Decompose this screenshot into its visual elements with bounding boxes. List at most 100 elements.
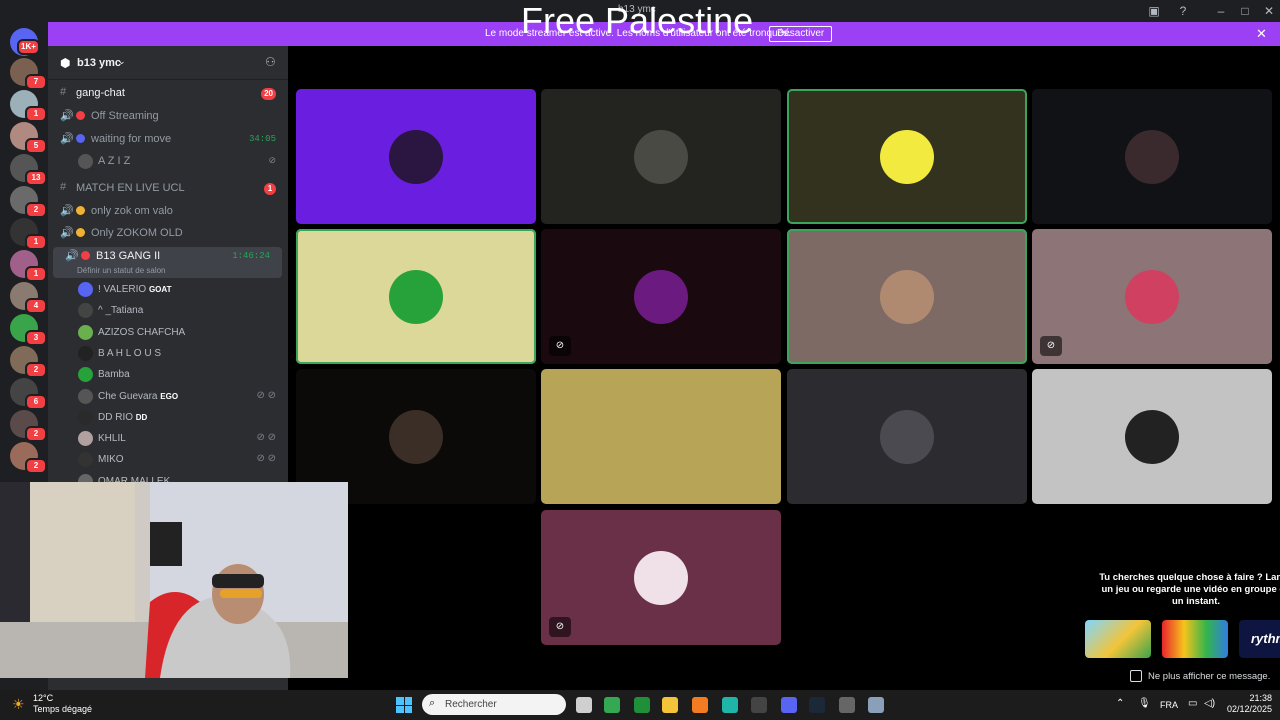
file-explorer-icon[interactable]: [576, 697, 592, 713]
channel-label: B13 GANG II: [81, 250, 160, 262]
channel-voice[interactable]: 🔊 only zok om valo: [48, 202, 288, 222]
maximize-button[interactable]: □: [1236, 2, 1254, 20]
unread-count: 20: [261, 88, 276, 100]
game-smash-karts[interactable]: [1085, 620, 1151, 658]
app-dark-icon[interactable]: [751, 697, 767, 713]
avatar: [78, 282, 93, 297]
voice-member[interactable]: B A H L O U S: [48, 344, 288, 365]
channel-text[interactable]: # gang-chat 20: [48, 84, 288, 104]
participant-tile[interactable]: ⊘: [541, 510, 781, 645]
server-badge: 5: [25, 138, 47, 154]
member-label: ^ _Tatiana: [98, 305, 143, 316]
voice-member[interactable]: ^ _Tatiana: [48, 301, 288, 322]
disable-streamer-button[interactable]: Désactiver: [769, 26, 833, 42]
channel-name: MATCH EN LIVE UCL: [76, 182, 185, 194]
channel-voice[interactable]: 🔊 Off Streaming: [48, 107, 288, 127]
participant-tile[interactable]: [541, 369, 781, 504]
participant-tile[interactable]: [1032, 89, 1272, 224]
overlay-text: Free Palestine: [521, 0, 754, 41]
member-tag: GOAT: [148, 285, 172, 294]
microphone-icon[interactable]: 🎙: [1138, 698, 1151, 709]
participant-tile[interactable]: [787, 369, 1027, 504]
participant-tile[interactable]: ⊘: [1032, 229, 1272, 364]
voice-member[interactable]: Bamba: [48, 365, 288, 386]
channel-voice[interactable]: 🔊 Only ZOKOM OLD: [48, 224, 288, 244]
language-indicator[interactable]: FRA: [1160, 700, 1178, 710]
voice-member[interactable]: KHLIL ⊘ ⊘: [48, 429, 288, 450]
participant-tile[interactable]: [296, 89, 536, 224]
participant-tile[interactable]: [1032, 369, 1272, 504]
channel-member[interactable]: A Z I Z ⊘: [48, 152, 288, 172]
participant-avatar: [389, 130, 443, 184]
clock-date: 02/12/2025: [1226, 704, 1272, 714]
member-name: DD RIO: [98, 411, 133, 423]
participant-tile[interactable]: [787, 229, 1027, 364]
server-badge: 1: [25, 234, 47, 250]
clock[interactable]: 21:38 02/12/2025: [1222, 693, 1272, 715]
member-label: DD RIO DD: [98, 412, 147, 423]
help-icon[interactable]: ?: [1174, 2, 1192, 20]
status-dot: [76, 111, 85, 120]
game-hexa-stack[interactable]: [1162, 620, 1228, 658]
network-icon[interactable]: ▭: [1188, 698, 1197, 709]
avatar: [78, 388, 93, 404]
banner-close-icon[interactable]: ✕: [1256, 26, 1267, 42]
start-button[interactable]: [396, 697, 412, 713]
voice-member[interactable]: MIKO ⊘ ⊘: [48, 450, 288, 471]
volume-icon[interactable]: ◁): [1204, 698, 1215, 709]
folder-icon[interactable]: [662, 697, 678, 713]
server-header[interactable]: ⬢ b13 ymc ⌄ ⚇: [48, 46, 288, 80]
channel-label: A Z I Z: [98, 155, 130, 167]
discord-icon[interactable]: [781, 697, 797, 713]
server-name: b13 ymc: [77, 57, 122, 69]
channel-voice-active[interactable]: 🔊 B13 GANG II 1:46:24 Définir un statut de …: [53, 247, 282, 278]
voice-member[interactable]: DD RIO DD: [48, 408, 288, 429]
chrome-icon[interactable]: [604, 697, 620, 713]
member-label: AZIZOS CHAFCHA: [98, 327, 185, 338]
inbox-icon[interactable]: ▣: [1145, 2, 1163, 20]
channel-label: Only ZOKOM OLD: [76, 227, 183, 239]
settings-icon[interactable]: [868, 697, 884, 713]
channel-status-hint[interactable]: Définir un statut de salon: [77, 266, 166, 275]
steam-icon[interactable]: [809, 697, 825, 713]
voice-member[interactable]: AZIZOS CHAFCHA: [48, 323, 288, 344]
server-badge: 7: [25, 74, 47, 90]
channel-text[interactable]: # MATCH EN LIVE UCL 1: [48, 179, 288, 199]
dont-show-checkbox[interactable]: [1130, 670, 1142, 682]
server-badge: 6: [25, 394, 47, 410]
participant-avatar: [389, 410, 443, 464]
participant-avatar: [389, 270, 443, 324]
server-badge: 13: [25, 170, 47, 186]
member-label: ! VALERIO GOAT: [98, 284, 171, 295]
avatar: [78, 154, 93, 169]
weather-desc: Temps dégagé: [33, 704, 93, 714]
app-teal-icon[interactable]: [722, 697, 738, 713]
hashtag-icon: #: [60, 86, 67, 98]
participant-tile[interactable]: ⊘: [541, 229, 781, 364]
participant-tile[interactable]: [541, 89, 781, 224]
invite-icon[interactable]: ⚇: [265, 55, 276, 69]
app-icon[interactable]: [634, 697, 650, 713]
participant-tile[interactable]: [787, 89, 1027, 224]
channel-voice[interactable]: 🔊 waiting for move 34:05: [48, 130, 288, 150]
avatar: [78, 431, 93, 447]
member-name: MIKO: [98, 454, 124, 466]
member-label: KHLIL: [98, 433, 126, 444]
minimize-button[interactable]: –: [1212, 2, 1230, 20]
taskbar-search[interactable]: ⌕ Rechercher: [422, 694, 566, 715]
game-rythm[interactable]: rythm: [1239, 620, 1280, 658]
home-badge: 1K+: [17, 39, 40, 55]
voice-member[interactable]: ! VALERIO GOAT: [48, 280, 288, 301]
server-badge: 3: [25, 330, 47, 346]
close-window-button[interactable]: ✕: [1260, 2, 1278, 20]
server-badge: 2: [25, 362, 47, 378]
participant-tile[interactable]: [296, 229, 536, 364]
app-orange-icon[interactable]: [692, 697, 708, 713]
member-name: Che Guevara: [98, 390, 158, 402]
tray-chevron-icon[interactable]: ⌃: [1116, 698, 1124, 709]
deafened-icon: ⊘ ⊘: [256, 389, 276, 401]
status-dot: [76, 228, 85, 237]
weather-widget[interactable]: 12°C Temps dégagé: [33, 693, 92, 715]
voice-member[interactable]: Che Guevara EGO ⊘ ⊘: [48, 387, 288, 408]
app-record-icon[interactable]: [839, 697, 855, 713]
